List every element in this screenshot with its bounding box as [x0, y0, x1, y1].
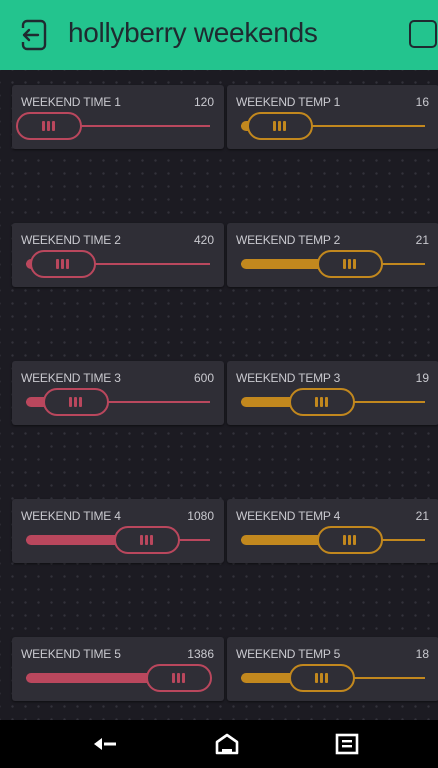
- slider-value: 600: [193, 371, 214, 385]
- back-icon[interactable]: [92, 732, 118, 756]
- recent-apps-icon[interactable]: [334, 732, 360, 756]
- slider-widget-temp-3: WEEKEND TEMP 3 19: [227, 361, 438, 425]
- grip-icon: [272, 121, 287, 131]
- grip-icon: [342, 259, 357, 269]
- slider-widget-time-4: WEEKEND TIME 4 1080: [12, 499, 224, 563]
- slider-widget-time-5: WEEKEND TIME 5 1386: [12, 637, 224, 701]
- android-nav-bar: [0, 720, 438, 768]
- slider-thumb[interactable]: [316, 250, 383, 278]
- slider-label: WEEKEND TIME 1: [21, 95, 121, 109]
- grip-icon: [314, 673, 329, 683]
- grip-icon: [55, 259, 70, 269]
- slider-thumb[interactable]: [29, 250, 96, 278]
- slider-track[interactable]: [241, 112, 425, 140]
- slider-track[interactable]: [26, 526, 210, 554]
- slider-thumb[interactable]: [288, 664, 355, 692]
- slider-thumb[interactable]: [316, 526, 383, 554]
- slider-label: WEEKEND TIME 4: [21, 509, 121, 523]
- grip-icon: [42, 121, 56, 131]
- grip-icon: [171, 673, 186, 683]
- slider-widget-temp-1: WEEKEND TEMP 1 16: [227, 85, 438, 149]
- slider-value: 16: [415, 95, 429, 109]
- grip-icon: [314, 397, 329, 407]
- slider-thumb[interactable]: [288, 388, 355, 416]
- slider-track[interactable]: [241, 388, 425, 416]
- slider-track[interactable]: [26, 250, 210, 278]
- slider-widget-temp-2: WEEKEND TEMP 2 21: [227, 223, 438, 287]
- slider-thumb[interactable]: [145, 664, 212, 692]
- slider-widget-temp-4: WEEKEND TEMP 4 21: [227, 499, 438, 563]
- slider-label: WEEKEND TEMP 2: [236, 233, 341, 247]
- play-mode-icon[interactable]: [409, 20, 437, 48]
- slider-widget-time-3: WEEKEND TIME 3 600: [12, 361, 224, 425]
- slider-label: WEEKEND TEMP 5: [236, 647, 341, 661]
- slider-label: WEEKEND TEMP 3: [236, 371, 341, 385]
- grip-icon: [342, 535, 357, 545]
- grip-icon: [68, 397, 83, 407]
- slider-track[interactable]: [26, 388, 210, 416]
- home-icon[interactable]: [214, 732, 240, 756]
- slider-value: 21: [415, 233, 429, 247]
- slider-widget-time-1: WEEKEND TIME 1 120: [12, 85, 224, 149]
- slider-track[interactable]: [241, 664, 425, 692]
- slider-label: WEEKEND TEMP 1: [236, 95, 341, 109]
- slider-value: 19: [415, 371, 429, 385]
- app-header: hollyberry weekends: [0, 0, 438, 70]
- slider-label: WEEKEND TEMP 4: [236, 509, 341, 523]
- slider-value: 18: [415, 647, 429, 661]
- slider-label: WEEKEND TIME 3: [21, 371, 121, 385]
- grip-icon: [140, 535, 154, 545]
- slider-track[interactable]: [241, 526, 425, 554]
- slider-thumb[interactable]: [16, 112, 82, 140]
- slider-value: 1386: [187, 647, 214, 661]
- slider-value: 21: [415, 509, 429, 523]
- slider-label: WEEKEND TIME 2: [21, 233, 121, 247]
- slider-thumb[interactable]: [42, 388, 109, 416]
- slider-widget-temp-5: WEEKEND TEMP 5 18: [227, 637, 438, 701]
- exit-icon[interactable]: [16, 18, 50, 52]
- slider-track[interactable]: [16, 112, 210, 140]
- slider-value: 120: [193, 95, 214, 109]
- slider-thumb[interactable]: [246, 112, 313, 140]
- slider-thumb[interactable]: [114, 526, 181, 554]
- slider-track[interactable]: [26, 664, 212, 692]
- slider-track[interactable]: [241, 250, 425, 278]
- slider-widget-time-2: WEEKEND TIME 2 420: [12, 223, 224, 287]
- project-title: hollyberry weekends: [68, 17, 318, 48]
- slider-value: 1080: [187, 509, 214, 523]
- slider-value: 420: [193, 233, 214, 247]
- slider-label: WEEKEND TIME 5: [21, 647, 121, 661]
